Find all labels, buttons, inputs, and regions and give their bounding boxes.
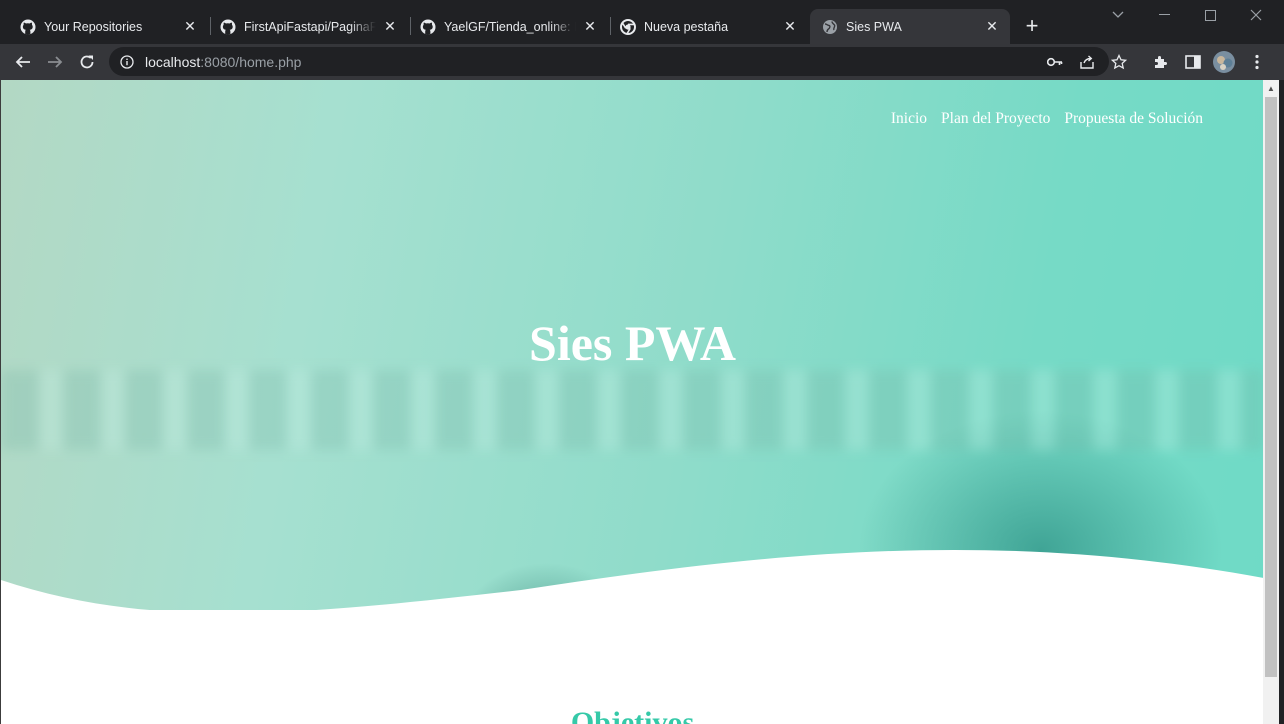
tab-firstapifastapi[interactable]: FirstApiFastapi/PaginaFastapi ✕ [208,9,408,44]
info-icon[interactable] [119,54,135,70]
tab-your-repositories[interactable]: Your Repositories ✕ [8,9,208,44]
tab-sies-pwa[interactable]: Sies PWA ✕ [810,9,1010,44]
nav-link-propuesta[interactable]: Propuesta de Solución [1064,110,1203,128]
menu-icon[interactable] [1242,47,1272,77]
tab-title: Your Repositories [44,19,143,34]
scrollbar[interactable]: ▲ [1263,80,1279,724]
nav-link-plan[interactable]: Plan del Proyecto [941,110,1050,128]
key-icon[interactable] [1047,54,1063,70]
site-nav: Inicio Plan del Proyecto Propuesta de So… [891,110,1203,128]
reload-icon[interactable] [72,47,102,77]
url-host: localhost [145,53,201,70]
chrome-icon [620,18,636,35]
close-icon[interactable]: ✕ [582,18,598,35]
tab-strip: Your Repositories ✕ FirstApiFastapi/Pagi… [0,0,1284,44]
minimize-icon[interactable] [1141,0,1187,30]
bookmark-star-icon[interactable] [1111,54,1127,70]
side-panel-icon[interactable] [1178,47,1208,77]
tab-title: Nueva pestaña [644,19,729,34]
tab-title: Sies PWA [846,19,902,34]
page-title: Sies PWA [529,315,736,371]
github-icon [20,19,36,35]
page-viewport: Inicio Plan del Proyecto Propuesta de So… [0,80,1263,724]
close-icon[interactable]: ✕ [782,18,798,35]
back-icon[interactable] [8,47,38,77]
url-path: :8080/home.php [200,53,302,70]
close-icon[interactable]: ✕ [182,18,198,35]
globe-icon [822,19,838,35]
extensions-icon[interactable] [1146,47,1176,77]
github-icon [420,19,436,35]
scroll-up-arrow-icon[interactable]: ▲ [1263,80,1279,97]
address-bar[interactable]: localhost:8080/home.php [109,47,1127,76]
hero-wave [1,549,1263,724]
github-icon [220,19,236,35]
avatar[interactable] [1209,47,1239,77]
tab-title: FirstApiFastapi/PaginaFastapi [244,19,376,34]
forward-icon[interactable] [40,47,70,77]
tab-search-icon[interactable] [1095,0,1141,30]
browser-toolbar: localhost:8080/home.php [0,44,1284,80]
close-icon[interactable]: ✕ [984,18,1000,35]
window-close-icon[interactable] [1233,0,1279,30]
section-title: Objetivos [570,706,695,724]
tab-title: YaelGF/Tienda_online: Desarrollo [444,19,576,34]
nav-link-inicio[interactable]: Inicio [891,110,927,128]
close-icon[interactable]: ✕ [382,18,398,35]
tab-tienda-online[interactable]: YaelGF/Tienda_online: Desarrollo ✕ [408,9,608,44]
window-edge [1279,80,1284,724]
scrollbar-thumb[interactable] [1265,97,1277,677]
share-icon[interactable] [1079,54,1095,70]
hero-background-blur [1,370,1263,450]
maximize-icon[interactable] [1187,0,1233,30]
new-tab-button[interactable]: + [1018,12,1046,40]
tab-nueva-pestana[interactable]: Nueva pestaña ✕ [608,9,808,44]
